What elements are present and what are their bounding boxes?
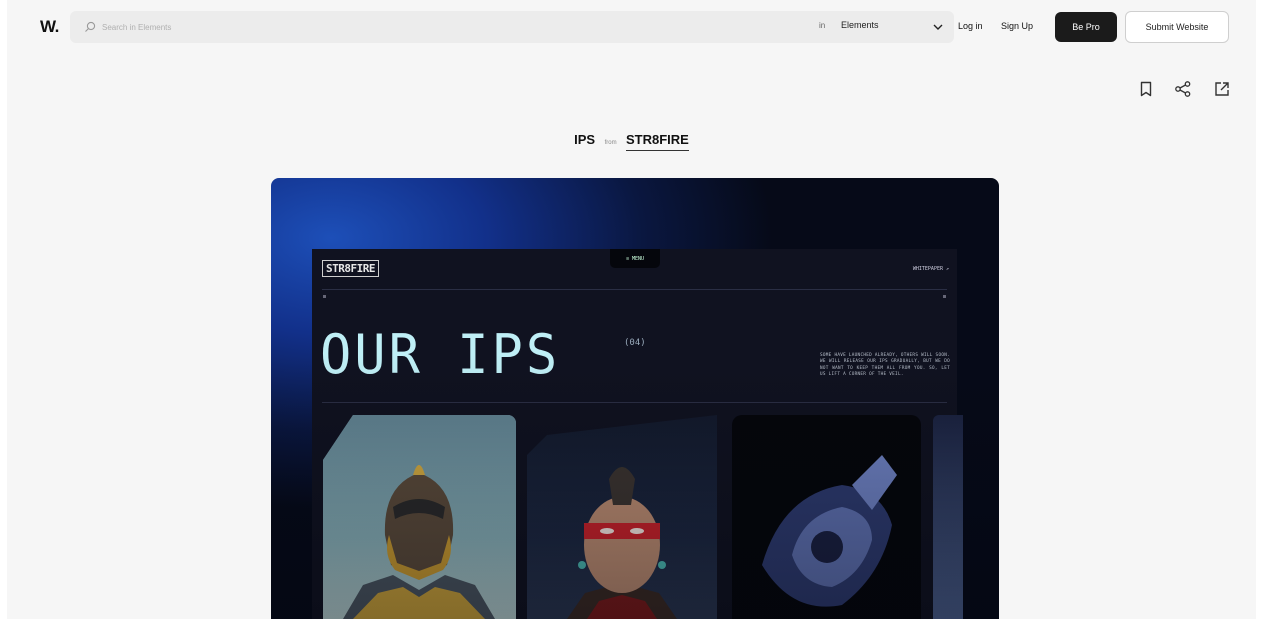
search-icon — [85, 21, 96, 32]
site-description: SOME HAVE LAUNCHED ALREADY, OTHERS WILL … — [820, 353, 950, 377]
site-link[interactable]: STR8FIRE — [626, 132, 689, 151]
ip-card-warrior-character — [527, 415, 717, 619]
preview-image[interactable]: STR8FIRE ≡ MENU WHITEPAPER ↗ OUR IPS (04… — [271, 178, 999, 619]
element-name: IPS — [574, 132, 596, 147]
ip-card-astronaut — [732, 415, 921, 619]
login-link[interactable]: Log in — [958, 21, 983, 31]
from-label: from — [604, 140, 617, 146]
site-menu-button: ≡ MENU — [610, 249, 660, 268]
site-logo: STR8FIRE — [322, 260, 379, 277]
search-in-label: in — [819, 21, 826, 30]
share-icon[interactable] — [1174, 80, 1192, 98]
search-input[interactable] — [102, 22, 662, 32]
be-pro-button[interactable]: Be Pro — [1055, 12, 1117, 42]
search-bar[interactable]: in Elements — [70, 11, 954, 43]
site-screenshot: STR8FIRE ≡ MENU WHITEPAPER ↗ OUR IPS (04… — [312, 249, 963, 619]
corner-dot — [323, 295, 326, 298]
site-heading: OUR IPS — [320, 323, 561, 387]
warrior-character-art — [567, 467, 677, 619]
search-scope-select[interactable]: Elements — [841, 20, 879, 30]
ip-card-partial — [933, 415, 963, 619]
divider — [322, 402, 947, 403]
chevron-down-icon[interactable] — [932, 21, 944, 33]
divider — [322, 289, 947, 290]
armored-character-art — [323, 415, 516, 619]
corner-dot — [943, 295, 946, 298]
page: W. in Elements Log in Sign Up Be Pro Sub… — [7, 0, 1256, 619]
site-whitepaper-link: WHITEPAPER ↗ — [912, 266, 949, 272]
external-link-icon[interactable] — [1213, 80, 1231, 98]
page-title: IPS from STR8FIRE — [7, 131, 1256, 151]
ip-card-armored-character — [323, 415, 516, 619]
astronaut-art — [762, 455, 897, 607]
bookmark-icon[interactable] — [1137, 80, 1155, 98]
submit-website-button[interactable]: Submit Website — [1125, 11, 1229, 43]
signup-link[interactable]: Sign Up — [1001, 21, 1033, 31]
site-count: (04) — [624, 338, 646, 348]
logo[interactable]: W. — [40, 17, 59, 37]
